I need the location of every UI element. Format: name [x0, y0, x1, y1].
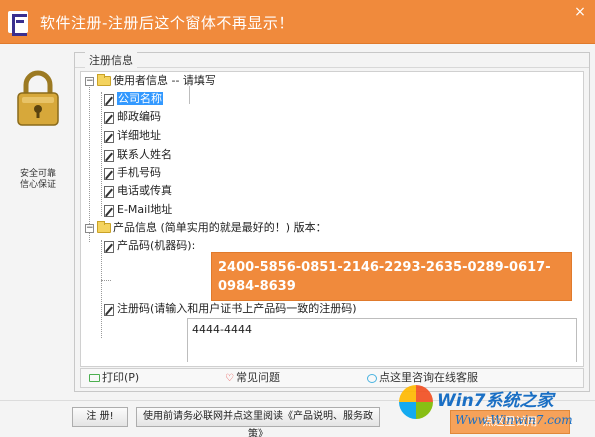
windows-logo-icon: [399, 385, 433, 419]
collapse-user-info-icon[interactable]: −: [85, 77, 94, 86]
folder-icon: [97, 74, 111, 86]
register-button[interactable]: 注 册!: [72, 407, 128, 427]
close-button[interactable]: ×: [571, 4, 589, 20]
reg-code-input[interactable]: 4444-4444: [187, 318, 577, 362]
company-name-input[interactable]: [189, 86, 313, 104]
watermark-url: Www.Winwin7.com: [455, 413, 573, 427]
left-pane: 安全可靠 信心保证: [0, 45, 74, 400]
tree-node-product-info[interactable]: 产品信息 (简单实用的就是最好的！) 版本：: [97, 219, 327, 237]
registration-group: 注册信息 − 使用者信息 -- 请填写 公司名称 邮政编码 详细地址 联系人姓名…: [74, 52, 590, 392]
edit-icon: [103, 130, 115, 143]
print-label: 打印(P): [102, 371, 140, 384]
security-label: 安全可靠 信心保证: [8, 169, 68, 191]
address-label: 详细地址: [117, 129, 161, 142]
product-code-line2: 0984-8639: [218, 279, 296, 294]
tree-item-email[interactable]: E-Mail地址: [103, 201, 172, 219]
phone-fax-label: 电话或传真: [117, 184, 172, 197]
postal-code-label: 邮政编码: [117, 110, 161, 123]
printer-icon: [89, 374, 100, 382]
app-logo-icon: [8, 11, 28, 36]
email-label: E-Mail地址: [117, 203, 173, 216]
edit-icon: [103, 149, 115, 162]
tree-item-mobile[interactable]: 手机号码: [103, 164, 161, 182]
chat-icon: [367, 373, 377, 383]
faq-label: 常见问题: [235, 371, 280, 384]
window-title: 软件注册-注册后这个窗体不再显示！: [40, 14, 294, 32]
watermark-title: Win7系统之家: [437, 391, 554, 411]
company-name-label: 公司名称: [117, 92, 163, 105]
product-code-value: 2400-5856-0851-2146-2293-2635-0289-0617-…: [211, 252, 572, 301]
tree-item-postal-code[interactable]: 邮政编码: [103, 108, 161, 126]
folder-icon: [97, 221, 111, 233]
tree-item-address[interactable]: 详细地址: [103, 127, 161, 145]
security-label-line1: 安全可靠: [19, 169, 56, 179]
collapse-product-info-icon[interactable]: −: [85, 224, 94, 233]
security-label-line2: 信心保证: [19, 180, 56, 190]
read-policy-button[interactable]: 使用前请务必联网并点这里阅读《产品说明、服务政策》: [136, 407, 380, 437]
title-bar: 软件注册-注册后这个窗体不再显示！ ×: [0, 0, 595, 44]
edit-icon: [103, 204, 115, 217]
tree-item-contact-name[interactable]: 联系人姓名: [103, 146, 172, 164]
faq-link[interactable]: ♡ 常见问题: [225, 371, 280, 386]
reg-code-label: 注册码(请输入和用户证书上产品码一致的注册码): [117, 302, 357, 315]
tree-item-product-code[interactable]: 产品码(机器码):: [103, 237, 195, 255]
print-link[interactable]: 打印(P): [89, 371, 139, 385]
group-title: 注册信息: [85, 52, 137, 68]
mobile-label: 手机号码: [117, 166, 161, 179]
heart-icon: ♡: [225, 373, 234, 384]
edit-icon: [103, 185, 115, 198]
edit-icon: [103, 93, 115, 106]
watermark: Win7系统之家 Www.Winwin7.com: [397, 383, 595, 437]
padlock-icon: [17, 70, 59, 126]
tree-item-company-name[interactable]: 公司名称: [103, 90, 163, 108]
edit-icon: [103, 240, 115, 253]
tree-item-reg-code[interactable]: 注册码(请输入和用户证书上产品码一致的注册码): [103, 300, 357, 318]
tree-item-phone-fax[interactable]: 电话或传真: [103, 182, 172, 200]
product-code-label: 产品码(机器码):: [117, 239, 196, 252]
contact-name-label: 联系人姓名: [117, 148, 172, 161]
edit-icon: [103, 111, 115, 124]
product-info-label: 产品信息 (简单实用的就是最好的！) 版本：: [113, 221, 327, 234]
product-code-line1: 2400-5856-0851-2146-2293-2635-0289-0617-: [218, 260, 551, 275]
edit-icon: [103, 303, 115, 316]
edit-icon: [103, 167, 115, 180]
registration-tree: − 使用者信息 -- 请填写 公司名称 邮政编码 详细地址 联系人姓名 手机号码…: [80, 71, 584, 367]
